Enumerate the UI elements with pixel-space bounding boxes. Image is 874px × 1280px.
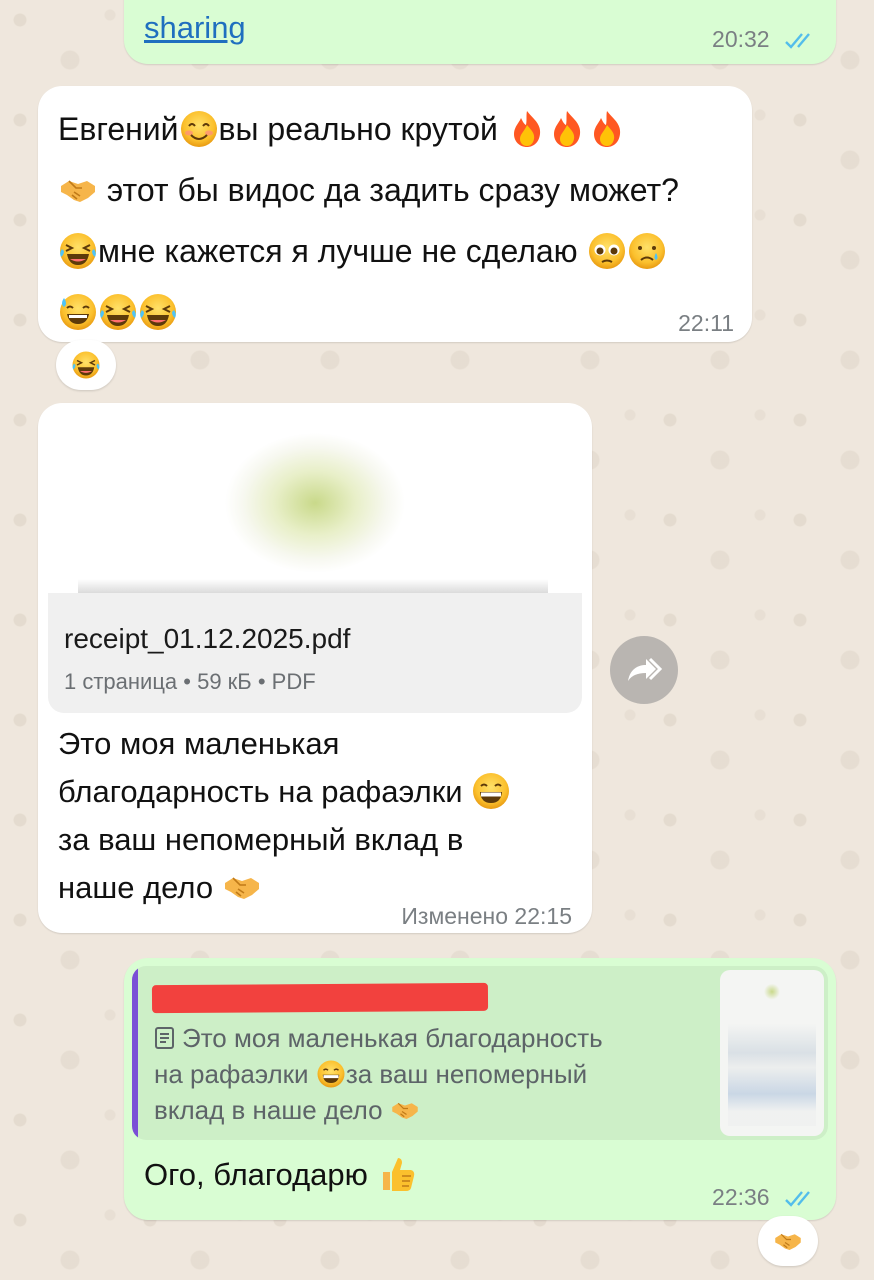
grinning-sweat-emoji [58, 292, 98, 332]
message-time: Изменено 22:15 [401, 903, 572, 929]
document-meta: 1 страница • 59 кБ • PDF [64, 669, 316, 694]
text-segment: наше дело [58, 870, 214, 905]
message-line: Евгений вы реально крутой [58, 99, 738, 160]
laughing-tears-emoji [138, 292, 178, 332]
text-segment: благодарность на рафаэлки [58, 774, 463, 809]
text-segment: мне кажется я лучше не сделаю [98, 233, 578, 269]
thumbnail-blur [728, 980, 816, 1126]
message-bubble-outgoing-link[interactable]: sharing 20:32 [124, 0, 836, 64]
quoted-text: Это моя маленькая благодарность на рафаэ… [154, 1020, 714, 1128]
quote-bar [132, 966, 138, 1140]
message-line: Это моя маленькая [58, 726, 340, 761]
quoted-message[interactable]: Это моя маленькая благодарность на рафаэ… [132, 966, 828, 1140]
quote-line: вклад в наше дело [154, 1092, 714, 1128]
message-text: Ого, благодарю [144, 1154, 417, 1194]
document-file-name: receipt_01.12.2025.pdf [64, 623, 351, 654]
pleading-face-emoji [587, 231, 627, 271]
text-segment: за ваш непомерный [345, 1059, 588, 1089]
message-bubble-outgoing-reply[interactable]: Это моя маленькая благодарность на рафаэ… [124, 958, 836, 1220]
text-segment: Это моя маленькая благодарность [182, 1023, 603, 1053]
fire-emoji [547, 109, 587, 149]
grinning-face-emoji [471, 771, 511, 811]
forward-icon [628, 657, 663, 681]
fire-emoji [507, 109, 547, 149]
quote-line: на рафаэлки за ваш непомерный [154, 1056, 714, 1092]
message-line: благодарность на рафаэлки [58, 768, 578, 816]
message-time: 22:36 [712, 1184, 818, 1211]
text-segment: на рафаэлки [154, 1059, 309, 1089]
document-icon [155, 1027, 174, 1049]
document-preview[interactable] [48, 413, 582, 593]
message-bubble-incoming-text[interactable]: Евгений вы реально крутой этот бы видос д… [38, 86, 752, 342]
grinning-face-emoji [316, 1059, 346, 1089]
shared-link[interactable]: sharing [144, 10, 246, 46]
laughing-tears-emoji [98, 292, 138, 332]
handshake-emoji [222, 867, 262, 907]
quote-line: Это моя маленькая благодарность [154, 1020, 714, 1056]
laughing-tears-emoji [71, 350, 101, 380]
text-segment: Евгений [58, 111, 179, 147]
smiling-face-emoji [179, 109, 219, 149]
handshake-emoji [773, 1226, 803, 1256]
message-time: 22:11 [678, 310, 734, 336]
text-segment: Ого, благодарю [144, 1157, 368, 1192]
message-line: мне кажется я лучше не сделаю [58, 221, 738, 282]
handshake-emoji [390, 1095, 420, 1125]
document-preview-fade [78, 579, 548, 593]
handshake-emoji [58, 170, 98, 210]
message-line [58, 282, 738, 343]
message-text: Евгений вы реально крутой этот бы видос д… [58, 99, 738, 343]
message-time: 20:32 [712, 26, 818, 53]
sad-tear-emoji [627, 231, 667, 271]
redacted-sender-name [151, 982, 489, 1014]
document-info-panel[interactable]: receipt_01.12.2025.pdf 1 страница • 59 к… [48, 593, 582, 713]
text-segment: вклад в наше дело [154, 1095, 383, 1125]
double-check-icon [785, 1191, 810, 1207]
laughing-tears-emoji [58, 231, 98, 271]
text-segment: этот бы видос да задить сразу может? [106, 172, 679, 208]
forward-button[interactable] [610, 636, 678, 704]
message-bubble-incoming-document[interactable]: receipt_01.12.2025.pdf 1 страница • 59 к… [38, 403, 592, 933]
thumbs-up-emoji [377, 1154, 417, 1194]
message-text: Это моя маленькая благодарность на рафаэ… [58, 720, 578, 912]
message-reaction[interactable] [758, 1216, 818, 1266]
text-segment: вы реально крутой [218, 111, 498, 147]
double-check-icon [785, 33, 810, 49]
message-reaction[interactable] [56, 340, 116, 390]
message-line: этот бы видос да задить сразу может? [58, 160, 738, 221]
fire-emoji [587, 109, 627, 149]
quoted-document-thumbnail [720, 970, 824, 1136]
message-line: за ваш непомерный вклад в [58, 822, 464, 857]
chat-screen: { "messages": { "m1": { "link_text": "sh… [0, 0, 874, 1280]
